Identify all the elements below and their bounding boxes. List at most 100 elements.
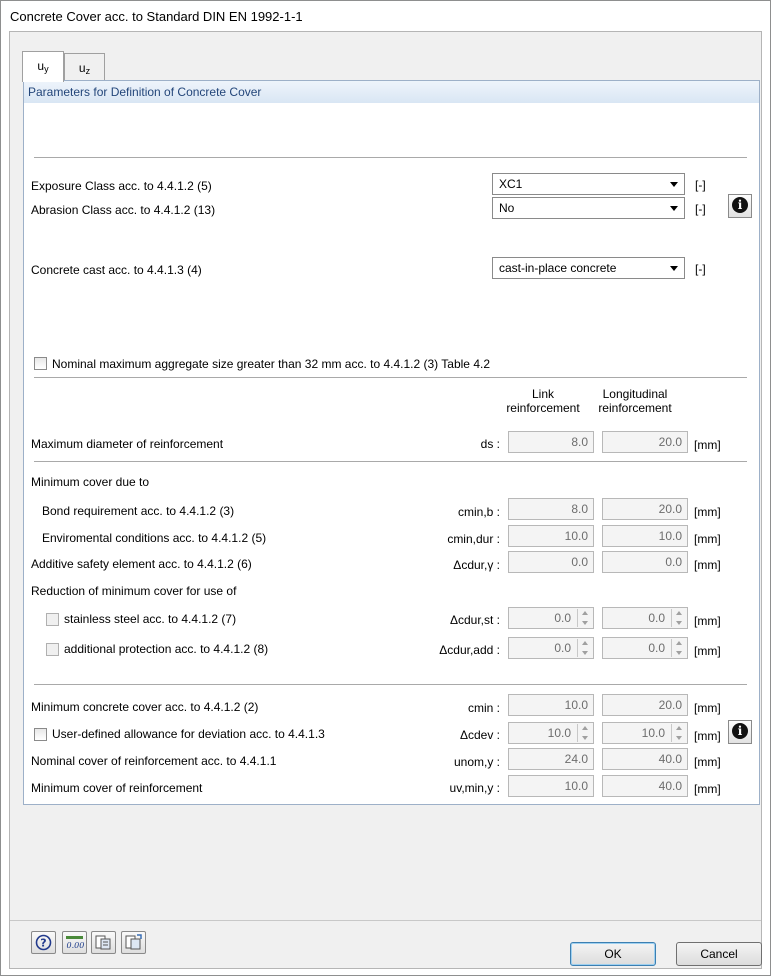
nominal-long-field: 40.0 [602,748,688,770]
chevron-down-icon [670,206,678,211]
dialog-window: Concrete Cover acc. to Standard DIN EN 1… [0,0,771,976]
spin-arrows-icon[interactable] [671,639,686,657]
protection-long-spinner[interactable]: 0.0 [602,637,688,659]
dialog-client-area: uy uz Parameters for Definition of Concr… [9,31,762,969]
spin-arrows-icon[interactable] [577,724,592,742]
spin-arrows-icon[interactable] [671,609,686,627]
window-title: Concrete Cover acc. to Standard DIN EN 1… [10,9,303,24]
stainless-long-spinner[interactable]: 0.0 [602,607,688,629]
concrete-cast-unit: [-] [695,262,706,276]
min-cover-reinforcement-label: Minimum cover of reinforcement [31,781,203,795]
protection-link-spinner[interactable]: 0.0 [508,637,594,659]
footer-divider [10,920,761,921]
spin-arrows-icon[interactable] [671,724,686,742]
chevron-down-icon [670,266,678,271]
help-icon: ? [35,934,52,951]
spin-arrows-icon[interactable] [577,609,592,627]
help-button[interactable]: ? [31,931,56,954]
additive-unit: [mm] [694,558,721,572]
aggregate-label: Nominal maximum aggregate size greater t… [52,357,490,371]
additional-protection-checkbox[interactable] [46,643,59,656]
concrete-cast-value: cast-in-place concrete [499,261,617,275]
minimum-concrete-cover-symbol: cmin : [467,701,500,715]
units-button[interactable]: 0.00 [62,931,87,954]
stainless-steel-checkbox[interactable] [46,613,59,626]
min-cover-link-field: 10.0 [508,775,594,797]
tab-uy-sub: y [44,64,49,74]
column-header-link: Link reinforcement [498,387,588,415]
deviation-unit: [mm] [694,729,721,743]
title-bar: Concrete Cover acc. to Standard DIN EN 1… [1,1,770,31]
nominal-unit: [mm] [694,755,721,769]
deviation-symbol: Δcdev : [459,728,500,742]
column-header-long-line2: reinforcement [598,401,672,415]
max-diameter-symbol: ds : [480,437,500,451]
exposure-class-select[interactable]: XC1 [492,173,685,195]
additive-link-field: 0.0 [508,551,594,573]
nominal-cover-symbol: unom,y : [453,755,500,769]
deviation-link-value: 10.0 [547,726,571,740]
nominal-link-field: 24.0 [508,748,594,770]
max-diameter-unit: [mm] [694,438,721,452]
tab-uy[interactable]: uy [22,51,64,82]
aggregate-checkbox[interactable] [34,357,47,370]
protection-long-value: 0.0 [648,641,665,655]
min-cover-long-field: 40.0 [602,775,688,797]
max-diameter-label: Maximum diameter of reinforcement [31,437,224,451]
cancel-button[interactable]: Cancel [676,942,762,966]
environmental-link-field: 10.0 [508,525,594,547]
import-button[interactable] [121,931,146,954]
stainless-link-spinner[interactable]: 0.0 [508,607,594,629]
additive-safety-symbol: Δcdur,γ : [453,558,500,572]
max-diameter-long-field: 20.0 [602,431,688,453]
column-header-longitudinal: Longitudinal reinforcement [590,387,680,415]
min-cover-reinforcement-symbol: uv,min,y : [449,781,500,795]
deviation-checkbox[interactable] [34,728,47,741]
min-concrete-unit: [mm] [694,701,721,715]
tab-uz[interactable]: uz [64,53,105,80]
stainless-steel-label: stainless steel acc. to 4.4.1.2 (7) [64,612,237,626]
stainless-link-value: 0.0 [554,611,571,625]
nominal-cover-label: Nominal cover of reinforcement acc. to 4… [31,754,277,768]
protection-link-value: 0.0 [554,641,571,655]
panel-header: Parameters for Definition of Concrete Co… [24,81,759,103]
bond-requirement-symbol: cmin,b : [457,505,500,519]
max-diameter-link-field: 8.0 [508,431,594,453]
abrasion-class-select[interactable]: No [492,197,685,219]
separator [34,377,747,378]
min-cover-unit: [mm] [694,782,721,796]
concrete-cast-select[interactable]: cast-in-place concrete [492,257,685,279]
stainless-long-value: 0.0 [648,611,665,625]
separator [34,157,747,158]
tab-uz-sub: z [85,66,91,76]
additional-protection-label: additional protection acc. to 4.4.1.2 (8… [64,642,269,656]
separator [34,461,747,462]
bond-requirement-label: Bond requirement acc. to 4.4.1.2 (3) [42,504,235,518]
info-icon[interactable] [728,194,752,218]
separator [34,684,747,685]
concrete-cast-label: Concrete cast acc. to 4.4.1.3 (4) [31,263,202,277]
column-header-long-line1: Longitudinal [602,387,668,401]
spin-arrows-icon[interactable] [577,639,592,657]
reduction-heading: Reduction of minimum cover for use of [31,584,237,598]
additive-long-field: 0.0 [602,551,688,573]
min-concrete-link-field: 10.0 [508,694,594,716]
deviation-link-spinner[interactable]: 10.0 [508,722,594,744]
exposure-class-value: XC1 [499,177,523,191]
deviation-long-spinner[interactable]: 10.0 [602,722,688,744]
environmental-label: Enviromental conditions acc. to 4.4.1.2 … [42,531,267,545]
export-button[interactable] [91,931,116,954]
table-export-icon [95,935,111,950]
svg-text:0.00: 0.00 [67,941,85,950]
abrasion-class-value: No [499,201,515,215]
abrasion-class-label: Abrasion Class acc. to 4.4.1.2 (13) [31,203,216,217]
minimum-concrete-cover-label: Minimum concrete cover acc. to 4.4.1.2 (… [31,700,259,714]
additive-safety-label: Additive safety element acc. to 4.4.1.2 … [31,557,252,571]
chevron-down-icon [670,182,678,187]
deviation-label: User-defined allowance for deviation acc… [52,727,325,741]
ok-button[interactable]: OK [570,942,656,966]
abrasion-unit: [-] [695,202,706,216]
info-icon[interactable] [728,720,752,744]
exposure-unit: [-] [695,178,706,192]
exposure-class-label: Exposure Class acc. to 4.4.1.2 (5) [31,179,212,193]
